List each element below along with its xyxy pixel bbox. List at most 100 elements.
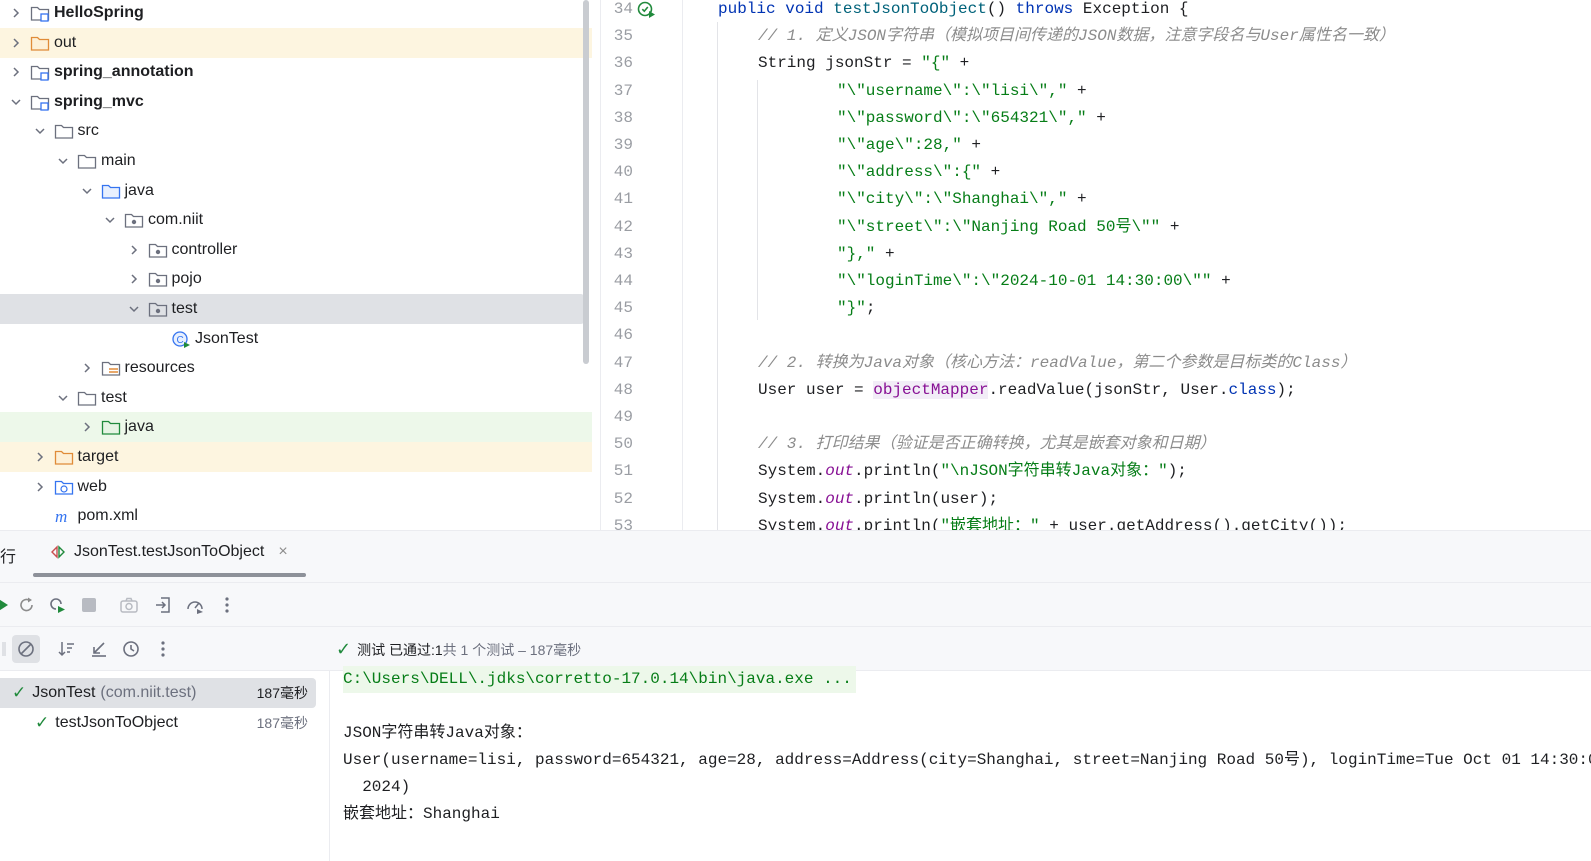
tree-item-test[interactable]: test	[0, 294, 584, 324]
tree-item-spring-annotation[interactable]: spring_annotation	[0, 57, 592, 87]
tree-item-hellospring[interactable]: HelloSpring	[0, 0, 592, 28]
test-duration: 187毫秒	[256, 685, 308, 701]
code-token: System.	[758, 489, 826, 508]
chevron-down-icon[interactable]	[32, 123, 48, 139]
tree-item-pojo[interactable]: pojo	[0, 264, 592, 294]
code-line[interactable]: System.out.println(user);	[758, 486, 998, 513]
run-tool-window-title: 行	[0, 549, 17, 566]
code-token: // 3. 打印结果（验证是否正确转换，尤其是嵌套对象和日期）	[758, 435, 1216, 454]
code-token: +	[950, 54, 970, 73]
rerun-icon[interactable]	[15, 593, 39, 617]
more-options-icon[interactable]	[151, 637, 175, 661]
code-line[interactable]: // 3. 打印结果（验证是否正确转换，尤其是嵌套对象和日期）	[758, 431, 1216, 458]
code-line[interactable]: "\"street\":\"Nanjing Road 50号\"" +	[837, 214, 1179, 241]
sort-icon[interactable]	[55, 637, 79, 661]
tree-item-jsontest[interactable]: C JsonTest	[0, 324, 592, 354]
test-toolbar: ✓ 测试 已通过: 1 共 1 个测试 – 187毫秒	[0, 627, 1591, 671]
chevron-down-icon[interactable]	[102, 212, 118, 228]
console-command-line[interactable]: C:\Users\DELL\.jdks\corretto-17.0.14\bin…	[343, 666, 856, 693]
tree-item-controller[interactable]: controller	[0, 235, 592, 265]
tree-item-java[interactable]: java	[0, 176, 592, 206]
code-punct	[776, 0, 786, 18]
code-token: .readValue(jsonStr, User.	[988, 380, 1229, 399]
code-line[interactable]: // 2. 转换为Java对象（核心方法：readValue，第二个参数是目标类…	[758, 350, 1356, 377]
tree-item-out[interactable]: out	[0, 27, 592, 58]
run-test-gutter-icon[interactable]	[637, 0, 657, 20]
console-output[interactable]: C:\Users\DELL\.jdks\corretto-17.0.14\bin…	[343, 666, 1591, 861]
code-token: out	[825, 462, 855, 481]
code-token: "\"city\":\"Shanghai\","	[837, 190, 1068, 209]
tree-item-label: pojo	[171, 270, 202, 288]
chevron-right-icon[interactable]	[126, 242, 142, 258]
code-line[interactable]: "}";	[837, 295, 875, 322]
history-icon[interactable]	[119, 637, 143, 661]
chevron-down-icon[interactable]	[126, 301, 142, 317]
code-line[interactable]: "\"age\":28," +	[837, 132, 981, 159]
chevron-right-icon[interactable]	[8, 35, 24, 51]
code-line[interactable]: User user = objectMapper.readValue(jsonS…	[758, 377, 1296, 404]
chevron-right-icon[interactable]	[8, 5, 24, 21]
chevron-right-icon[interactable]	[32, 449, 48, 465]
line-number: 45	[613, 299, 633, 318]
code-line[interactable]: System.out.println("\nJSON字符串转Java对象：");	[758, 458, 1187, 485]
tree-item-label: java	[124, 418, 154, 436]
tree-item-com-niit[interactable]: com.niit	[0, 205, 592, 235]
code-line[interactable]: "\"loginTime\":\"2024-10-01 14:30:00\"" …	[837, 268, 1231, 295]
tree-item-label: main	[101, 152, 136, 169]
code-line[interactable]: String jsonStr = "{" +	[758, 50, 969, 77]
console-line: 嵌套地址：Shanghai	[343, 805, 500, 823]
test-row-testjsontoobject[interactable]: ✓ testJsonToObject 187毫秒	[0, 708, 316, 738]
camera-icon[interactable]	[117, 593, 141, 617]
tree-item-test[interactable]: test	[0, 383, 592, 413]
tree-item-label: HelloSpring	[54, 4, 144, 21]
module-folder-icon	[30, 93, 50, 111]
tree-item-spring-mvc[interactable]: spring_mvc	[0, 87, 592, 117]
tree-item-java[interactable]: java	[0, 412, 592, 443]
chevron-right-icon[interactable]	[8, 64, 24, 80]
chevron-down-icon[interactable]	[55, 390, 71, 406]
chevron-down-icon[interactable]	[55, 153, 71, 169]
test-row-jsontest[interactable]: ✓ JsonTest (com.niit.test) 187毫秒	[0, 678, 316, 708]
indent-guide	[717, 22, 718, 530]
code-line[interactable]: public void testJsonToObject() throws Ex…	[718, 0, 1189, 23]
tree-item-web[interactable]: web	[0, 472, 592, 502]
tree-item-resources[interactable]: resources	[0, 353, 592, 383]
code-token: testJsonToObject	[833, 0, 987, 18]
chevron-right-icon[interactable]	[126, 271, 142, 287]
code-line[interactable]: System.out.println("嵌套地址：" + user.getAdd…	[758, 513, 1347, 530]
import-icon[interactable]	[151, 593, 175, 617]
code-line[interactable]: "\"password\":\"654321\"," +	[837, 105, 1106, 132]
tree-item-src[interactable]: src	[0, 116, 592, 146]
coverage-icon[interactable]	[183, 593, 207, 617]
close-icon[interactable]: ×	[278, 543, 287, 561]
package-icon	[148, 270, 168, 288]
code-token: +	[981, 163, 1001, 182]
project-tree-scrollbar[interactable]	[583, 0, 589, 364]
chevron-down-icon[interactable]	[8, 94, 24, 110]
code-line[interactable]: "}," +	[837, 241, 895, 268]
stop-icon[interactable]	[77, 593, 101, 617]
run-icon[interactable]	[0, 593, 14, 617]
code-editor[interactable]: 34 35 36 37 38 39 40 41 42 43 44 45 46 47 48 49 50 51 52 53…	[600, 0, 1591, 530]
chevron-right-icon[interactable]	[79, 360, 95, 376]
chevron-down-icon[interactable]	[79, 183, 95, 199]
more-options-icon[interactable]	[215, 593, 239, 617]
code-line[interactable]: "\"city\":\"Shanghai\"," +	[837, 186, 1087, 213]
package-icon	[148, 241, 168, 259]
tree-item-main[interactable]: main	[0, 146, 592, 176]
run-config-tab[interactable]: JsonTest.testJsonToObject ×	[50, 543, 288, 561]
collapse-all-icon[interactable]	[87, 637, 111, 661]
chevron-right-icon[interactable]	[32, 479, 48, 495]
rerun-failed-icon[interactable]	[45, 593, 69, 617]
check-icon: ✓	[35, 713, 50, 732]
code-token: throws	[1015, 0, 1074, 18]
code-line[interactable]: // 1. 定义JSON字符串（模拟项目间传递的JSON数据，注意字段名与Use…	[758, 23, 1395, 50]
chevron-right-icon[interactable]	[79, 419, 95, 435]
show-ignored-icon[interactable]	[12, 635, 40, 663]
code-token: "{"	[921, 54, 951, 73]
tree-item-pom-xml[interactable]: m pom.xml	[0, 501, 592, 530]
code-line[interactable]: "\"username\":\"lisi\"," +	[837, 78, 1087, 105]
line-number: 41	[613, 190, 633, 209]
code-line[interactable]: "\"address\":{" +	[837, 159, 1000, 186]
tree-item-target[interactable]: target	[0, 442, 592, 472]
